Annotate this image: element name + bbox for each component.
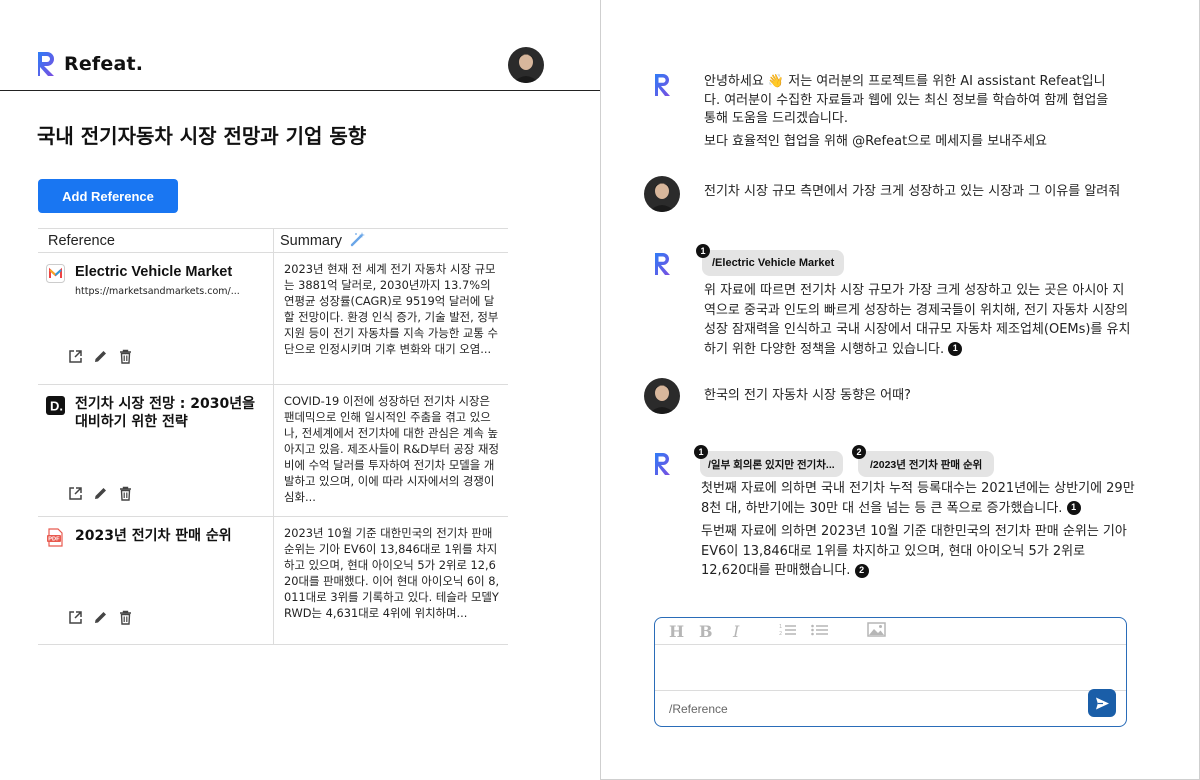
reference-chip-label: /일부 회의론 있지만 전기차... <box>708 458 835 471</box>
column-label-reference: Reference <box>48 232 115 249</box>
citation-number[interactable]: 2 <box>854 563 869 578</box>
summary-text: COVID-19 이전에 성장하던 전기차 시장은 팬데믹으로 인해 일시적인 … <box>284 394 499 504</box>
bot-greeting-hint: 보다 효율적인 협업을 위해 @Refeat으로 메세지를 보내주세요 <box>704 134 1047 149</box>
bot-greeting: 안녕하세요 👋 저는 여러분의 프로젝트를 위한 AI assistant Re… <box>704 74 1109 126</box>
summary-text: 2023년 현재 전 세계 전기 자동차 시장 규모는 3881억 달러로, 2… <box>284 262 499 356</box>
reference-panel: Refeat. 국내 전기자동차 시장 전망과 기업 동향 Add Refere… <box>0 0 600 780</box>
italic-button[interactable]: I <box>733 622 779 641</box>
bot-avatar-icon <box>654 73 672 101</box>
reference-cell: Electric Vehicle Market https://marketsa… <box>38 253 274 384</box>
summary-cell: 2023년 현재 전 세계 전기 자동차 시장 규모는 3881억 달러로, 2… <box>274 253 508 384</box>
user-avatar[interactable] <box>508 47 544 83</box>
user-photo-icon <box>508 47 544 83</box>
pdf-icon: PDF <box>46 528 65 547</box>
reference-table: Reference Summary Electric Vehicle Marke… <box>38 228 508 645</box>
user-avatar <box>644 378 680 414</box>
open-external-icon[interactable] <box>67 348 84 365</box>
message-editor-area[interactable] <box>655 645 1126 691</box>
delete-icon[interactable] <box>117 348 134 365</box>
reference-actions <box>67 348 134 365</box>
bot-answer: 위 자료에 따르면 전기차 시장 규모가 가장 크게 성장하고 있는 곳은 아시… <box>704 281 1134 359</box>
delete-icon[interactable] <box>117 609 134 626</box>
reference-actions <box>67 485 134 502</box>
brand-logo[interactable]: Refeat. <box>36 50 143 78</box>
svg-text:1: 1 <box>779 624 782 630</box>
reference-title[interactable]: 2023년 전기차 판매 순위 <box>75 527 232 545</box>
citation-number: 2 <box>852 445 866 459</box>
bot-answer: 첫번째 자료에 의하면 국내 전기차 누적 등록대수는 2021년에는 상반기에… <box>701 479 1141 518</box>
reference-chip-label: /Electric Vehicle Market <box>712 257 835 269</box>
edit-icon[interactable] <box>92 348 109 365</box>
open-external-icon[interactable] <box>67 485 84 502</box>
d-logo-icon: D. <box>46 396 65 415</box>
user-photo-icon <box>644 176 680 212</box>
svg-text:2: 2 <box>779 631 782 637</box>
app-header: Refeat. <box>0 0 600 91</box>
citation-number: 1 <box>696 244 710 258</box>
edit-icon[interactable] <box>92 609 109 626</box>
bot-answer-text: 두번째 자료에 의하면 2023년 10월 기준 대한민국의 전기차 판매 순위… <box>701 524 1127 578</box>
user-message: 한국의 전기 자동차 시장 동향은 어때? <box>704 388 911 403</box>
reference-title[interactable]: 전기차 시장 전망 : 2030년을 대비하기 위한 전략 <box>75 395 265 431</box>
reference-header: Electric Vehicle Market <box>46 263 232 283</box>
reference-chip-label: /2023년 전기차 판매 순위 <box>870 458 983 471</box>
user-avatar <box>644 176 680 212</box>
citation-number[interactable]: 1 <box>948 342 963 356</box>
reference-chip[interactable]: 1 /일부 회의론 있지만 전기차... <box>694 445 843 477</box>
user-photo-icon <box>644 378 680 414</box>
reference-cell: PDF 2023년 전기차 판매 순위 <box>38 517 274 644</box>
bot-avatar-icon <box>654 252 672 280</box>
send-button[interactable] <box>1088 689 1116 717</box>
image-icon[interactable] <box>867 621 886 641</box>
bullet-list-icon[interactable] <box>811 622 867 641</box>
brand-name: Refeat. <box>64 53 144 75</box>
reference-chip[interactable]: 2 /2023년 전기차 판매 순위 <box>852 445 995 477</box>
column-header-summary: Summary <box>274 229 366 252</box>
table-row[interactable]: PDF 2023년 전기차 판매 순위 2023년 10월 기준 대한민국의 전… <box>38 517 508 645</box>
svg-text:PDF: PDF <box>48 537 60 543</box>
column-label-summary: Summary <box>280 232 343 249</box>
bot-avatar-icon <box>654 452 672 480</box>
reference-chip[interactable]: 1 /Electric Vehicle Market <box>696 244 845 276</box>
table-row[interactable]: D. 전기차 시장 전망 : 2030년을 대비하기 위한 전략 COVID-1… <box>38 385 508 517</box>
page-title: 국내 전기자동차 시장 전망과 기업 동향 <box>37 124 367 148</box>
ordered-list-icon[interactable]: 12 <box>779 622 811 641</box>
reference-input[interactable] <box>669 702 1069 716</box>
reference-url[interactable]: https://marketsandmarkets.com/... <box>75 286 240 297</box>
magic-wand-icon[interactable] <box>350 231 366 251</box>
send-icon <box>1095 697 1109 709</box>
chat-panel: 안녕하세요 👋 저는 여러분의 프로젝트를 위한 AI assistant Re… <box>600 0 1200 780</box>
bot-answer: 두번째 자료에 의하면 2023년 10월 기준 대한민국의 전기차 판매 순위… <box>701 522 1131 581</box>
table-header: Reference Summary <box>38 228 508 253</box>
markets-logo-icon <box>46 264 65 283</box>
reference-header: PDF 2023년 전기차 판매 순위 <box>46 527 232 547</box>
citation-number: 1 <box>694 445 708 459</box>
heading-button[interactable]: H <box>669 622 699 641</box>
delete-icon[interactable] <box>117 485 134 502</box>
reference-title[interactable]: Electric Vehicle Market <box>75 263 232 281</box>
formatting-toolbar: H B I 12 <box>655 618 1126 645</box>
message-composer: H B I 12 <box>654 617 1127 727</box>
open-external-icon[interactable] <box>67 609 84 626</box>
summary-text: 2023년 10월 기준 대한민국의 전기차 판매 순위는 기아 EV6이 13… <box>284 526 500 620</box>
edit-icon[interactable] <box>92 485 109 502</box>
summary-cell: 2023년 10월 기준 대한민국의 전기차 판매 순위는 기아 EV6이 13… <box>274 517 508 644</box>
summary-cell: COVID-19 이전에 성장하던 전기차 시장은 팬데믹으로 인해 일시적인 … <box>274 385 508 516</box>
svg-text:D.: D. <box>50 399 63 414</box>
column-header-reference: Reference <box>38 229 274 252</box>
bold-button[interactable]: B <box>699 622 733 641</box>
reference-cell: D. 전기차 시장 전망 : 2030년을 대비하기 위한 전략 <box>38 385 274 516</box>
reference-actions <box>67 609 134 626</box>
citation-number[interactable]: 1 <box>1066 501 1081 515</box>
refeat-logo-icon <box>38 52 54 76</box>
reference-header: D. 전기차 시장 전망 : 2030년을 대비하기 위한 전략 <box>46 395 265 431</box>
add-reference-button[interactable]: Add Reference <box>38 179 178 213</box>
bot-answer-text: 위 자료에 따르면 전기차 시장 규모가 가장 크게 성장하고 있는 곳은 아시… <box>704 283 1131 357</box>
user-message: 전기차 시장 규모 측면에서 가장 크게 성장하고 있는 시장과 그 이유를 알… <box>704 184 1121 199</box>
table-row[interactable]: Electric Vehicle Market https://marketsa… <box>38 253 508 385</box>
